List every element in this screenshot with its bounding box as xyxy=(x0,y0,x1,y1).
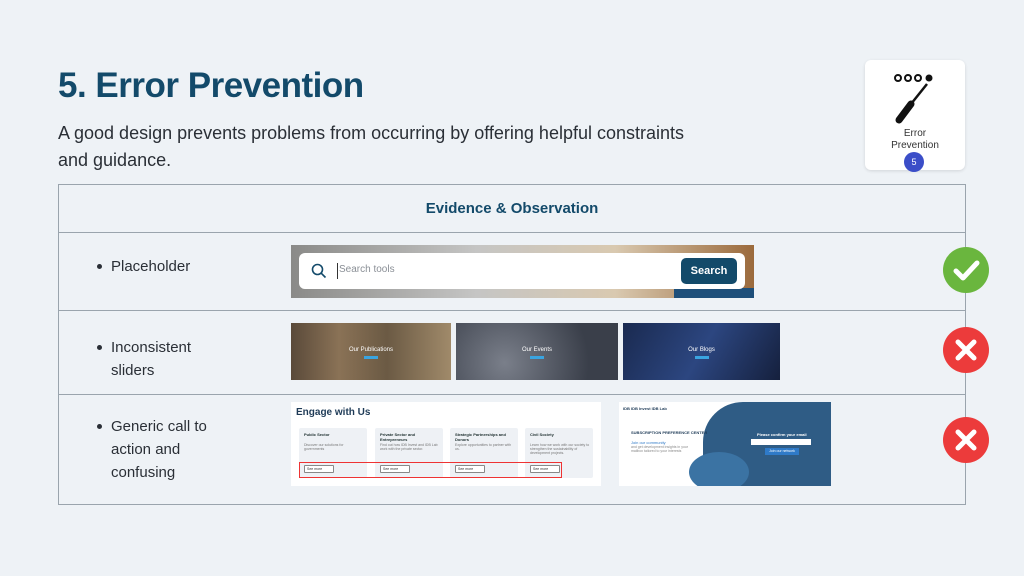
row-label-line: Generic call to xyxy=(111,418,207,435)
fail-status xyxy=(943,417,989,463)
slider-thumb: Our Blogs xyxy=(623,323,780,380)
table-row-sliders: Inconsistent sliders Our Publications Ou… xyxy=(59,311,989,395)
search-screenshot: Search tools Search xyxy=(291,245,754,298)
badge-label-line: Error xyxy=(903,128,927,139)
engage-heading: Engage with Us xyxy=(296,407,371,418)
text-caret xyxy=(337,263,338,279)
subs-heading: SUBSCRIPTION PREFERENCE CENTER xyxy=(631,430,708,435)
pass-status xyxy=(943,247,989,293)
card-title: Civil Society xyxy=(530,432,554,437)
slider-caption: Our Publications xyxy=(348,347,394,353)
brand-logos: IDB IDB Invest IDB Lab xyxy=(623,406,667,411)
slider-thumb: Our Events xyxy=(456,323,618,380)
card-title: Strategic Partnerships and Donors xyxy=(455,432,506,442)
check-icon xyxy=(953,260,980,281)
evidence-table: Evidence & Observation Placeholder Searc… xyxy=(58,184,989,506)
badge-label: Error Prevention xyxy=(865,128,965,152)
row-label-line: action and xyxy=(111,441,181,458)
slider-indicator xyxy=(530,356,544,359)
card-title: Private Sector and Entrepreneurs xyxy=(380,432,416,442)
row-label-line: confusing xyxy=(111,464,176,481)
search-placeholder: Search tools xyxy=(339,264,395,275)
cross-icon xyxy=(955,429,977,451)
table-row-placeholder: Placeholder Search tools Search xyxy=(59,233,989,311)
row-label-line: Placeholder xyxy=(111,258,191,275)
join-text: and get development insights in your mai… xyxy=(631,445,689,453)
fail-status xyxy=(943,327,989,373)
email-field xyxy=(751,439,811,445)
card-desc: Explore opportunities to partner with us… xyxy=(455,443,512,451)
join-button: Join our network xyxy=(765,448,799,455)
screwdriver-icon xyxy=(894,74,933,124)
card-desc: Discover our solutions for governments xyxy=(304,443,344,451)
highlight-box xyxy=(299,462,562,478)
row-label-line: Inconsistent xyxy=(111,339,192,356)
heuristic-badge: Error Prevention 5 xyxy=(865,60,965,172)
slider-caption: Our Blogs xyxy=(688,347,715,353)
search-bar: Search tools Search xyxy=(299,253,745,289)
search-button: Search xyxy=(681,258,737,284)
card-desc: Find out how IDB Invest and IDB Lab work… xyxy=(380,443,438,451)
subscription-screenshot: IDB IDB Invest IDB Lab SUBSCRIPTION PREF… xyxy=(619,402,831,486)
slide-title: 5. Error Prevention xyxy=(58,66,364,105)
slide-subtitle: A good design prevents problems from occ… xyxy=(58,123,685,170)
decor-band xyxy=(674,288,754,298)
badge-number: 5 xyxy=(904,152,924,172)
slider-caption: Our Events xyxy=(521,347,552,353)
table-row-cta: Generic call to action and confusing Eng… xyxy=(59,395,989,506)
badge-label-line: Prevention xyxy=(891,140,939,151)
engage-screenshot: Engage with Us Public Sector Discover ou… xyxy=(291,402,601,486)
row-label: Inconsistent sliders xyxy=(97,336,251,382)
decor-shape xyxy=(689,452,749,486)
email-prompt: Please confirm your email xyxy=(757,432,807,437)
row-label-line: sliders xyxy=(111,362,155,379)
row-label: Placeholder xyxy=(97,255,251,278)
slider-indicator xyxy=(364,356,378,359)
card-desc: Learn how we work with our society to st… xyxy=(530,443,590,455)
search-icon xyxy=(311,263,327,279)
slider-indicator xyxy=(694,356,709,359)
row-label: Generic call to action and confusing xyxy=(97,415,251,484)
slider-thumb: Our Publications xyxy=(291,323,451,380)
cross-icon xyxy=(955,339,977,361)
table-header: Evidence & Observation xyxy=(59,185,965,233)
card-title: Public Sector xyxy=(304,432,330,437)
